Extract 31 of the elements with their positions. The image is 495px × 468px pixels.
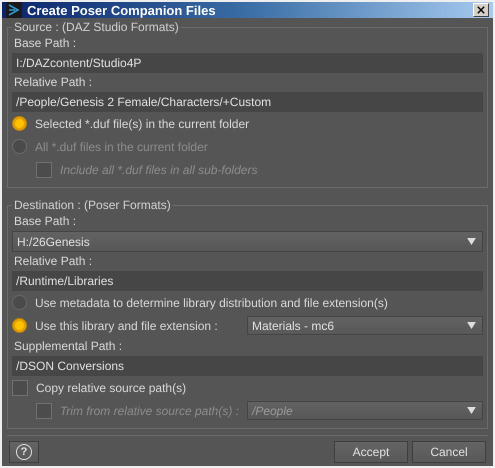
field-label: Base Path : [13, 213, 78, 230]
app-logo-icon [6, 2, 22, 18]
option-label: Selected *.duf file(s) in the current folder [35, 116, 250, 130]
dialog-button[interactable]: Cancel [412, 441, 486, 463]
checkbox[interactable] [12, 380, 28, 396]
dropdown-arrow-icon [467, 322, 476, 329]
path-dropdown[interactable]: H:/26Genesis [12, 231, 483, 252]
close-icon [477, 6, 485, 14]
window-title: Create Poser Companion Files [27, 2, 217, 18]
help-button[interactable]: ? [9, 441, 39, 463]
field-label: Base Path : [13, 35, 78, 52]
field-label: Supplemental Path : [13, 338, 124, 355]
option-label: Use metadata to determine library distribution and file extension(s) [35, 296, 388, 310]
close-button[interactable] [473, 3, 489, 17]
dropdown-arrow-icon [467, 238, 476, 245]
group-legend: Destination : (Poser Formats) [12, 198, 173, 212]
path-field[interactable]: /Runtime/Libraries [12, 271, 483, 291]
dropdown-arrow-icon [467, 407, 476, 414]
radio-button[interactable] [12, 116, 27, 131]
field-label: Relative Path : [13, 74, 94, 91]
field-label: Relative Path : [13, 253, 94, 270]
library-dropdown[interactable]: Materials - mc6 [247, 316, 483, 335]
radio-button[interactable] [12, 295, 27, 310]
dialog-button[interactable]: Accept [334, 441, 408, 463]
path-field[interactable]: /People/Genesis 2 Female/Characters/+Custom [12, 92, 483, 112]
radio-button[interactable] [12, 318, 27, 333]
option-label: Copy relative source path(s) [36, 380, 186, 394]
path-field[interactable]: /DSON Conversions [12, 356, 483, 376]
path-field[interactable]: I:/DAZcontent/Studio4P [12, 53, 483, 73]
option-label: Use this library and file extension : [35, 318, 218, 332]
group-legend: Source : (DAZ Studio Formats) [12, 20, 181, 34]
